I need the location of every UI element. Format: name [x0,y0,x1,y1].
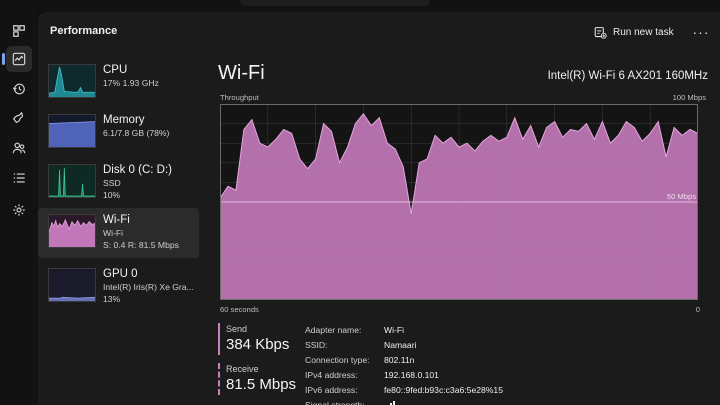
startup-apps-icon[interactable] [6,105,32,131]
property-row: Adapter name: Wi-Fi [305,323,605,338]
property-row: IPv4 address: 192.168.0.101 [305,368,605,383]
property-value: Wi-Fi [384,325,405,335]
wifi-thumbnail [48,214,96,248]
property-key: Connection type: [305,355,370,365]
run-new-task-label: Run new task [613,26,674,38]
property-row: Connection type: 802.11n [305,353,605,368]
property-key: IPv6 address: [305,385,358,395]
run-new-task-button[interactable]: Run new task [594,22,674,42]
device-item-wifi[interactable]: Wi-Fi Wi-Fi S: 0.4 R: 81.5 Mbps [38,208,199,258]
device-type: SSD [103,178,121,188]
device-name: Disk 0 (C: D:) [103,164,172,176]
receive-metric: Receive 81.5 Mbps [218,363,300,395]
property-value [384,398,396,405]
send-value: 384 Kbps [226,336,290,353]
property-value: fe80::9fed:b93c:c3a6:5e28%15 [384,385,503,395]
throughput-chart-svg: 50 Mbps [220,104,698,300]
performance-pane: Performance Run new task ··· CPU 17% 1.9… [38,12,720,405]
details-icon[interactable] [6,165,32,191]
property-row: IPv6 address: fe80::9fed:b93c:c3a6:5e28%1… [305,383,605,398]
device-stat: 13% [103,294,121,304]
device-item-memory[interactable]: Memory 6.1/7.8 GB (78%) [38,108,199,158]
property-key: Signal strength: [305,400,365,405]
disk-thumbnail [48,164,96,198]
send-metric: Send 384 Kbps [218,323,300,355]
device-item-gpu[interactable]: GPU 0 Intel(R) Iris(R) Xe Gra... 13% [38,262,199,312]
property-key: IPv4 address: [305,370,358,380]
more-icon[interactable]: ··· [690,22,712,42]
device-model: Intel(R) Iris(R) Xe Gra... [103,282,194,292]
processes-icon[interactable] [6,18,32,44]
send-label: Send [226,324,248,334]
services-icon[interactable] [6,197,32,223]
title-bar [0,0,720,12]
property-key: SSID: [305,340,328,350]
adapter-properties: Adapter name: Wi-Fi SSID: Namaari Connecti… [305,323,605,405]
device-type: Wi-Fi [103,228,124,238]
gpu-thumbnail [48,268,96,302]
y-axis-max-label: 100 Mbps [672,93,706,102]
memory-thumbnail [48,114,96,148]
receive-value: 81.5 Mbps [226,376,297,393]
chart-reference-label: 50 Mbps [667,192,696,201]
nav-rail [0,12,38,405]
performance-icon[interactable] [2,46,32,72]
device-name: CPU [103,64,128,76]
x-axis-left-label: 60 seconds [220,305,259,314]
y-axis-label: Throughput [220,93,259,102]
search-box[interactable] [240,0,430,6]
users-icon[interactable] [6,135,32,161]
property-row: Signal strength: [305,398,605,405]
device-stat: 6.1/7.8 GB (78%) [103,128,170,138]
property-value: 192.168.0.101 [384,370,439,380]
cpu-thumbnail [48,64,96,98]
throughput-chart: 50 Mbps [220,104,698,300]
device-stat: 10% [103,190,121,200]
receive-label: Receive [226,364,259,374]
property-key: Adapter name: [305,325,362,335]
device-name: Wi-Fi [103,214,130,226]
property-value: 802.11n [384,355,415,365]
device-name: GPU 0 [103,268,138,280]
run-task-icon [594,26,607,39]
device-name: Memory [103,114,145,126]
signal-strength-icon [390,401,395,405]
device-item-disk[interactable]: Disk 0 (C: D:) SSD 10% [38,158,199,208]
x-axis-right-label: 0 [695,305,700,314]
page-header: Performance Run new task ··· [38,12,720,50]
property-row: SSID: Namaari [305,338,605,353]
detail-title: Wi-Fi [218,62,265,84]
app-history-icon[interactable] [6,76,32,102]
stats-panel: Send 384 Kbps Receive 81.5 Mbps Adapter … [218,323,708,405]
device-item-cpu[interactable]: CPU 17% 1.93 GHz [38,58,199,108]
device-stat: S: 0.4 R: 81.5 Mbps [103,240,179,250]
page-title: Performance [50,25,118,37]
device-stat: 17% 1.93 GHz [103,78,159,88]
adapter-model: Intel(R) Wi-Fi 6 AX201 160MHz [547,70,708,82]
property-value: Namaari [384,340,417,350]
